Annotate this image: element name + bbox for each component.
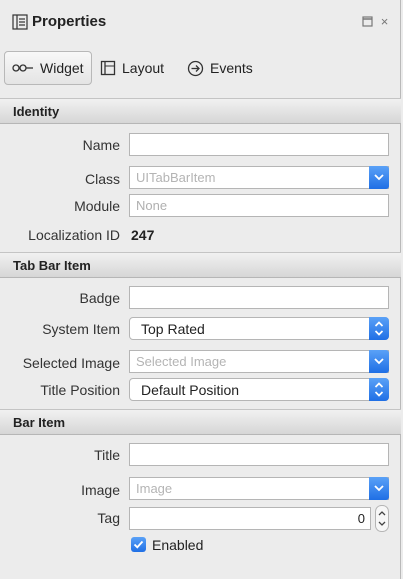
enabled-checkbox[interactable] <box>131 537 146 552</box>
class-combobox[interactable]: UITabBarItem <box>129 166 389 189</box>
tab-widget-label: Widget <box>40 60 84 76</box>
selected-image-combobox[interactable]: Selected Image <box>129 350 389 373</box>
tab-events-label: Events <box>210 60 253 76</box>
chevron-down-icon[interactable] <box>369 477 389 500</box>
up-down-arrows-icon[interactable] <box>369 317 389 340</box>
class-placeholder: UITabBarItem <box>136 170 216 185</box>
selected-image-label: Selected Image <box>22 355 120 371</box>
image-placeholder: Image <box>136 481 173 496</box>
properties-panel-icon <box>12 14 28 30</box>
system-item-popup[interactable]: Top Rated <box>129 317 389 340</box>
layout-icon <box>100 60 116 76</box>
image-label: Image <box>81 482 120 498</box>
widget-icon <box>12 63 34 73</box>
tag-field[interactable]: 0 <box>129 507 371 530</box>
image-combobox[interactable]: Image <box>129 477 389 500</box>
maximize-icon[interactable] <box>362 16 373 27</box>
events-icon <box>187 60 204 77</box>
class-label: Class <box>84 171 120 187</box>
name-field[interactable] <box>129 133 389 156</box>
module-label: Module <box>74 198 120 214</box>
section-identity-header: Identity <box>13 104 60 119</box>
panel-titlebar: Properties × <box>0 0 401 44</box>
selected-image-placeholder: Selected Image <box>136 354 227 369</box>
tab-widget[interactable]: Widget <box>4 51 92 85</box>
tag-label: Tag <box>97 510 120 526</box>
localization-id-value: 247 <box>131 227 155 243</box>
tab-layout[interactable]: Layout <box>100 51 164 85</box>
enabled-label: Enabled <box>152 537 204 553</box>
system-item-value: Top Rated <box>141 321 205 337</box>
tag-value: 0 <box>357 511 365 526</box>
section-identity: Identity <box>0 98 401 124</box>
system-item-label: System Item <box>42 321 120 337</box>
up-down-arrows-icon[interactable] <box>369 378 389 401</box>
checkmark-icon <box>133 540 144 549</box>
chevron-down-icon[interactable] <box>369 166 389 189</box>
section-tab-bar-item-header: Tab Bar Item <box>13 258 91 273</box>
title-position-popup[interactable]: Default Position <box>129 378 389 401</box>
tab-bar: Widget Layout Events <box>0 44 401 90</box>
section-bar-item-header: Bar Item <box>13 415 66 430</box>
chevron-down-icon[interactable] <box>369 350 389 373</box>
section-tab-bar-item: Tab Bar Item <box>0 252 401 278</box>
tag-stepper-icon[interactable] <box>375 505 389 532</box>
panel-title: Properties <box>32 13 107 30</box>
close-icon[interactable]: × <box>379 15 390 28</box>
badge-field[interactable] <box>129 286 389 309</box>
title-position-label: Title Position <box>40 382 120 398</box>
tab-events[interactable]: Events <box>187 51 253 85</box>
name-label: Name <box>82 137 120 153</box>
title-position-value: Default Position <box>141 382 240 398</box>
badge-label: Badge <box>79 290 120 306</box>
title-field[interactable] <box>129 443 389 466</box>
localization-id-label: Localization ID <box>28 227 120 243</box>
tab-layout-label: Layout <box>122 60 165 76</box>
section-bar-item: Bar Item <box>0 409 401 435</box>
title-label: Title <box>94 447 120 463</box>
properties-panel: Properties × Widget Layout Events Identi… <box>0 0 401 579</box>
module-field[interactable] <box>129 194 389 217</box>
